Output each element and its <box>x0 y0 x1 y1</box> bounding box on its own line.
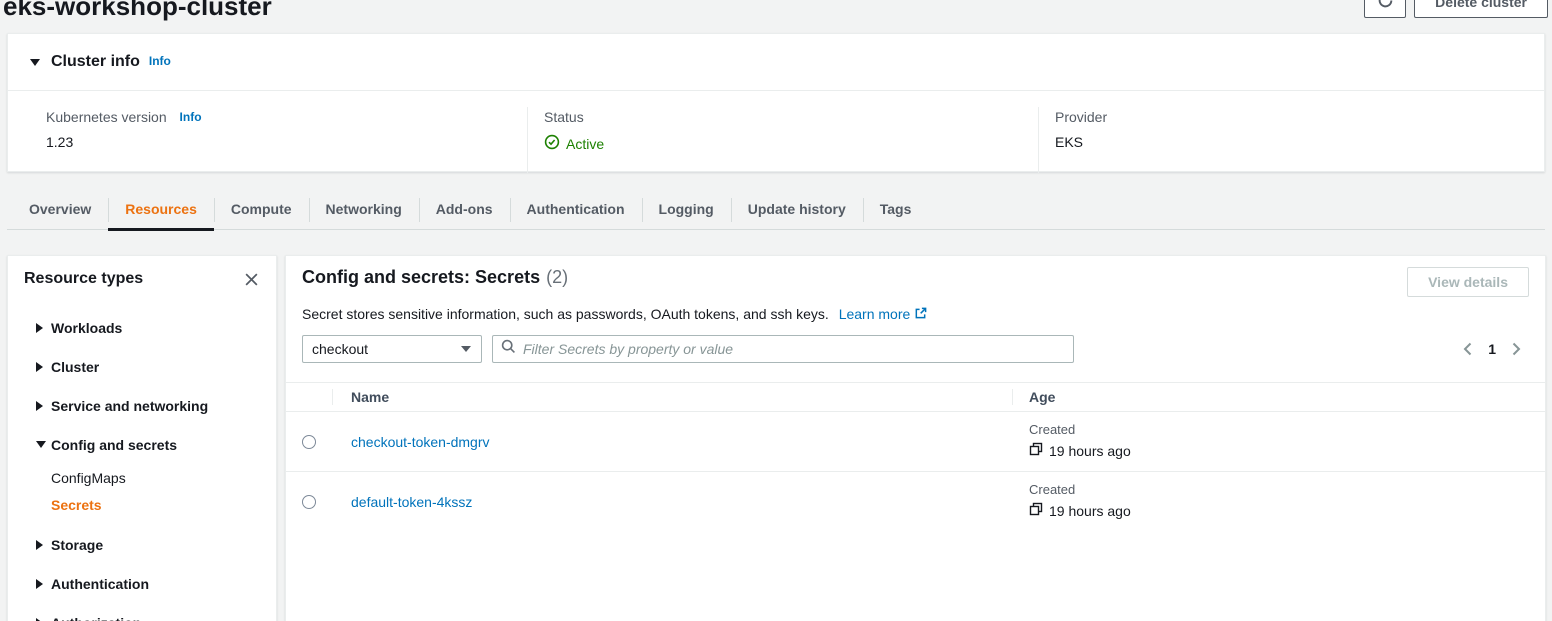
column-header-name: Name <box>332 389 1012 405</box>
secret-link[interactable]: checkout-token-dmgrv <box>351 434 490 450</box>
age-cell: Created 19 hours ago <box>1012 472 1545 532</box>
caret-down-icon <box>36 441 46 448</box>
sidebar-header: Resource types <box>8 256 276 294</box>
caret-right-icon <box>36 579 43 589</box>
cluster-info-header[interactable]: Cluster info Info <box>8 34 1544 91</box>
secrets-table: Name Age checkout-token-dmgrv Created 19… <box>286 382 1545 532</box>
secrets-panel-header: Config and secrets: Secrets (2) View deta… <box>286 256 1545 297</box>
status-badge: Active <box>544 134 1038 153</box>
current-page[interactable]: 1 <box>1488 341 1496 357</box>
age-label: Created <box>1029 422 1545 437</box>
cluster-info-title: Cluster info <box>51 53 140 71</box>
age-label: Created <box>1029 482 1545 497</box>
cluster-info-fields: Kubernetes version Info 1.23 Status Acti… <box>8 91 1544 173</box>
field-value: EKS <box>1055 134 1544 150</box>
table-row: checkout-token-dmgrv Created 19 hours ag… <box>286 412 1545 472</box>
search-input[interactable] <box>523 341 1065 357</box>
tab-update-history[interactable]: Update history <box>731 190 863 229</box>
tab-add-ons[interactable]: Add-ons <box>419 190 510 229</box>
sidebar-list: Workloads Cluster Service and networking… <box>8 294 276 621</box>
column-divider <box>1012 389 1013 405</box>
collapse-caret-icon <box>30 59 40 66</box>
secrets-search <box>492 335 1074 363</box>
sidebar-item-authorization[interactable]: Authorization <box>8 603 276 621</box>
column-header-age: Age <box>1012 389 1545 405</box>
search-icon <box>501 339 516 359</box>
sidebar-item-secrets[interactable]: Secrets <box>8 491 276 518</box>
tab-compute[interactable]: Compute <box>214 190 309 229</box>
field-provider: Provider EKS <box>1038 107 1544 173</box>
field-label: Provider <box>1055 109 1544 125</box>
next-page-icon[interactable] <box>1511 342 1522 356</box>
caret-right-icon <box>36 362 43 372</box>
namespace-dropdown[interactable]: checkout <box>302 335 482 363</box>
secrets-title-row: Config and secrets: Secrets (2) <box>302 267 568 288</box>
field-label: Kubernetes version Info <box>46 109 527 125</box>
sidebar-item-configmaps[interactable]: ConfigMaps <box>8 464 276 491</box>
check-circle-icon <box>544 134 566 153</box>
age-cell: Created 19 hours ago <box>1012 412 1545 471</box>
secrets-title: Config and secrets: Secrets <box>302 267 540 287</box>
caret-right-icon <box>36 323 43 333</box>
row-radio-button[interactable] <box>302 495 316 509</box>
caret-right-icon <box>36 618 43 621</box>
cluster-info-panel: Cluster info Info Kubernetes version Inf… <box>7 33 1545 172</box>
learn-more-link[interactable]: Learn more <box>839 306 928 322</box>
copy-icon[interactable] <box>1029 502 1049 519</box>
copy-icon[interactable] <box>1029 442 1049 459</box>
tab-networking[interactable]: Networking <box>309 190 419 229</box>
tab-resources[interactable]: Resources <box>108 190 214 229</box>
age-value-text: 19 hours ago <box>1049 443 1131 459</box>
eks-console-screen: eks-workshop-cluster Delete cluster Clus… <box>0 0 1552 621</box>
sidebar-item-authentication[interactable]: Authentication <box>8 564 276 603</box>
config-and-secrets-children: ConfigMaps Secrets <box>8 464 276 518</box>
tab-logging[interactable]: Logging <box>642 190 731 229</box>
sidebar-item-service-and-networking[interactable]: Service and networking <box>8 386 276 425</box>
cluster-info-info-link[interactable]: Info <box>149 54 171 68</box>
secrets-panel: Config and secrets: Secrets (2) View deta… <box>285 255 1546 621</box>
table-row: default-token-4kssz Created 19 hours ago <box>286 472 1545 532</box>
cluster-tabs: Overview Resources Compute Networking Ad… <box>7 190 1545 230</box>
namespace-dropdown-value: checkout <box>312 341 368 357</box>
tab-authentication[interactable]: Authentication <box>510 190 642 229</box>
close-icon[interactable] <box>244 272 259 287</box>
sidebar-title: Resource types <box>24 270 143 288</box>
sidebar-item-cluster[interactable]: Cluster <box>8 347 276 386</box>
resource-types-sidebar: Resource types Workloads Cluster Service… <box>7 255 277 621</box>
field-status: Status Active <box>527 107 1038 173</box>
refresh-icon <box>1377 0 1394 12</box>
table-header: Name Age <box>286 382 1545 412</box>
external-link-icon <box>910 306 927 322</box>
page-title: eks-workshop-cluster <box>3 0 272 22</box>
caret-right-icon <box>36 540 43 550</box>
secrets-count: (2) <box>546 267 568 287</box>
field-kubernetes-version: Kubernetes version Info 1.23 <box>8 107 527 173</box>
field-value: 1.23 <box>46 134 527 150</box>
caret-right-icon <box>36 401 43 411</box>
pagination: 1 <box>1462 341 1529 357</box>
chevron-down-icon <box>461 346 471 352</box>
sidebar-item-storage[interactable]: Storage <box>8 525 276 564</box>
previous-page-icon[interactable] <box>1462 342 1473 356</box>
row-radio-button[interactable] <box>302 435 316 449</box>
sidebar-item-config-and-secrets[interactable]: Config and secrets <box>8 425 276 464</box>
tab-overview[interactable]: Overview <box>12 190 108 229</box>
age-value-text: 19 hours ago <box>1049 503 1131 519</box>
delete-cluster-button[interactable]: Delete cluster <box>1414 0 1548 18</box>
view-details-button[interactable]: View details <box>1407 267 1529 297</box>
kubernetes-version-info-link[interactable]: Info <box>180 110 202 124</box>
header-actions: Delete cluster <box>1364 0 1548 18</box>
secret-link[interactable]: default-token-4kssz <box>351 494 472 510</box>
sidebar-item-workloads[interactable]: Workloads <box>8 308 276 347</box>
refresh-button[interactable] <box>1364 0 1406 18</box>
column-divider <box>332 389 333 405</box>
field-label: Status <box>544 109 1038 125</box>
tab-tags[interactable]: Tags <box>863 190 929 229</box>
secrets-description: Secret stores sensitive information, suc… <box>286 306 1545 322</box>
filter-row: checkout 1 <box>286 335 1545 363</box>
